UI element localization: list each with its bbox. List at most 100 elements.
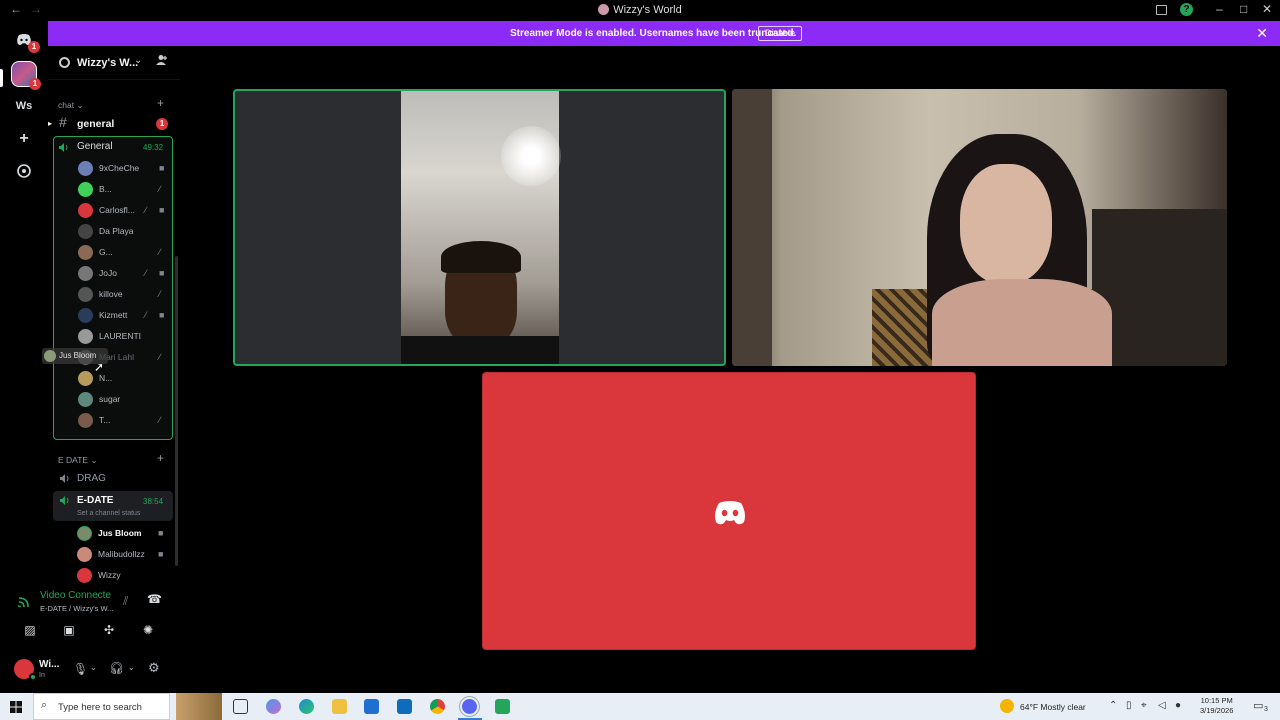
toggle-camera-button[interactable]: ▨	[19, 621, 41, 639]
voice-member[interactable]: N...	[78, 369, 170, 389]
disconnect-icon[interactable]: ☎	[147, 592, 162, 606]
network-icon[interactable]: ⌖	[1141, 700, 1147, 711]
store-icon[interactable]	[364, 699, 379, 714]
invite-people-icon[interactable]	[156, 54, 168, 69]
app-icon[interactable]	[495, 699, 510, 714]
signal-icon[interactable]	[17, 594, 31, 612]
windows-start-icon[interactable]	[10, 700, 22, 718]
channel-status-hint[interactable]: Set a channel status	[77, 510, 140, 517]
voice-channel-e-date[interactable]: E-DATE 38:54 Set a channel status	[53, 491, 173, 521]
voice-member[interactable]: Carlosfl... ⁄ ■	[78, 201, 170, 221]
drag-ghost-name: Jus Bloom	[59, 351, 97, 360]
share-screen-button[interactable]: ▣	[58, 621, 80, 639]
voice-member[interactable]: 9xCheChe ■	[78, 159, 170, 179]
avatar	[78, 245, 93, 260]
selected-server-indicator	[0, 69, 3, 87]
taskbar-search[interactable]: ⌕ Type here to search	[33, 693, 170, 720]
microphone-tray-icon[interactable]: ●	[1175, 700, 1181, 711]
video-tile-participant-2[interactable]	[732, 89, 1227, 366]
avatar	[78, 308, 93, 323]
channel-general-badge: 1	[156, 118, 168, 130]
notification-icon[interactable]: ▭	[1253, 699, 1263, 712]
chrome-icon[interactable]	[430, 699, 445, 714]
video-tile-participant-3[interactable]	[482, 372, 976, 650]
voice-member[interactable]: Da Playa	[78, 222, 170, 242]
server-ws[interactable]: Ws	[11, 93, 37, 119]
add-server-button[interactable]: +	[11, 126, 37, 152]
camera-icon: ■	[159, 310, 165, 320]
settings-gear-icon[interactable]: ⚙	[148, 660, 160, 676]
create-channel-plus-icon[interactable]: +	[157, 96, 164, 110]
video-tile-participant-1[interactable]	[233, 89, 726, 366]
voice-member[interactable]: JoJo ⁄ ■	[78, 264, 170, 284]
mic-muted-icon: ⁄	[145, 205, 147, 215]
copilot-icon[interactable]	[266, 699, 281, 714]
voice-member[interactable]: T... ⁄	[78, 411, 170, 431]
voice-member[interactable]: Jus Bloom ■	[77, 524, 169, 544]
volume-icon[interactable]: ◁	[1158, 700, 1166, 711]
user-panel: Wi... In 🎙︎ ⌄ 🎧︎ ⌄ ⚙	[0, 652, 180, 690]
category-chat[interactable]: chat ⌄	[58, 100, 84, 111]
task-view-icon[interactable]	[233, 699, 248, 714]
voice-channel-drag[interactable]: DRAG	[77, 473, 106, 484]
server-wizzys-world[interactable]: 1	[11, 61, 41, 90]
mic-muted-icon: ⁄	[159, 415, 161, 425]
taskbar-clock[interactable]: 10:15 PM 3/19/2026	[1200, 696, 1233, 716]
video-feed	[401, 91, 561, 364]
voice-member[interactable]: killove ⁄	[78, 285, 170, 305]
channel-general[interactable]: general	[77, 118, 114, 130]
create-channel-plus-icon[interactable]: +	[157, 451, 164, 465]
search-highlight-image[interactable]	[176, 693, 222, 720]
file-explorer-icon[interactable]	[332, 699, 347, 714]
voice-member[interactable]: Kizmett ⁄ ■	[78, 306, 170, 326]
close-banner-icon[interactable]: ✕	[1256, 25, 1268, 42]
sidebar-scrollbar[interactable]	[175, 256, 178, 566]
hash-icon: #	[59, 114, 67, 130]
weather-text[interactable]: 64°F Mostly clear	[1020, 702, 1086, 712]
avatar	[78, 329, 93, 344]
door-frame	[732, 89, 772, 366]
avatar	[78, 182, 93, 197]
avatar	[78, 266, 93, 281]
couch	[1092, 209, 1227, 366]
close-window-button[interactable]: ✕	[1262, 2, 1272, 16]
voice-member[interactable]: Wizzy	[77, 566, 169, 586]
noise-suppression-icon[interactable]: ⫽	[123, 594, 128, 609]
camera-icon: ■	[159, 205, 165, 215]
category-e-date[interactable]: E DATE ⌄	[58, 455, 98, 466]
activities-button[interactable]: ✣	[98, 621, 120, 639]
tray-icon[interactable]: ▯	[1126, 700, 1132, 711]
discord-taskbar-icon[interactable]	[462, 699, 477, 714]
voice-location[interactable]: E-DATE / Wizzy's W...	[40, 604, 113, 613]
screen-share-icon[interactable]	[1156, 5, 1167, 15]
minimize-button[interactable]: –	[1216, 2, 1223, 16]
chevron-up-icon[interactable]: ⌃	[1109, 700, 1117, 711]
chevron-down-icon[interactable]: ⌄	[134, 55, 142, 66]
headphones-icon[interactable]: 🎧︎	[109, 661, 124, 675]
server-header[interactable]: Wizzy's W... ⌄	[48, 46, 180, 80]
voice-channel-general[interactable]: General 49:32 9xCheChe ■ B... ⁄ Carlosfl..…	[53, 136, 173, 440]
voice-status: Video Connecte	[40, 590, 111, 601]
maximize-button[interactable]: □	[1240, 2, 1247, 16]
chevron-down-icon[interactable]: ⌄	[128, 663, 135, 672]
direct-messages-button[interactable]: 1	[11, 27, 40, 53]
edge-icon[interactable]	[299, 699, 314, 714]
avatar	[78, 287, 93, 302]
outlook-icon[interactable]	[397, 699, 412, 714]
screen-share-icon: ▣	[63, 623, 75, 637]
help-icon[interactable]: ?	[1180, 3, 1193, 16]
voice-member[interactable]: G... ⁄	[78, 243, 170, 263]
soundboard-button[interactable]: ✺	[137, 621, 159, 639]
discover-button[interactable]	[11, 158, 37, 184]
discord-logo-icon	[715, 501, 745, 525]
avatar	[78, 161, 93, 176]
microphone-icon[interactable]: 🎙︎	[73, 662, 88, 676]
person-hair	[441, 241, 521, 273]
person-face	[960, 164, 1052, 284]
voice-member[interactable]: sugar	[78, 390, 170, 410]
voice-member[interactable]: B... ⁄	[78, 180, 170, 200]
disable-streamer-mode-button[interactable]: Disable	[758, 26, 803, 41]
chevron-down-icon[interactable]: ⌄	[90, 663, 97, 672]
voice-member[interactable]: LAURENTI	[78, 327, 170, 347]
voice-member[interactable]: Malibudollzz ■	[77, 545, 169, 565]
